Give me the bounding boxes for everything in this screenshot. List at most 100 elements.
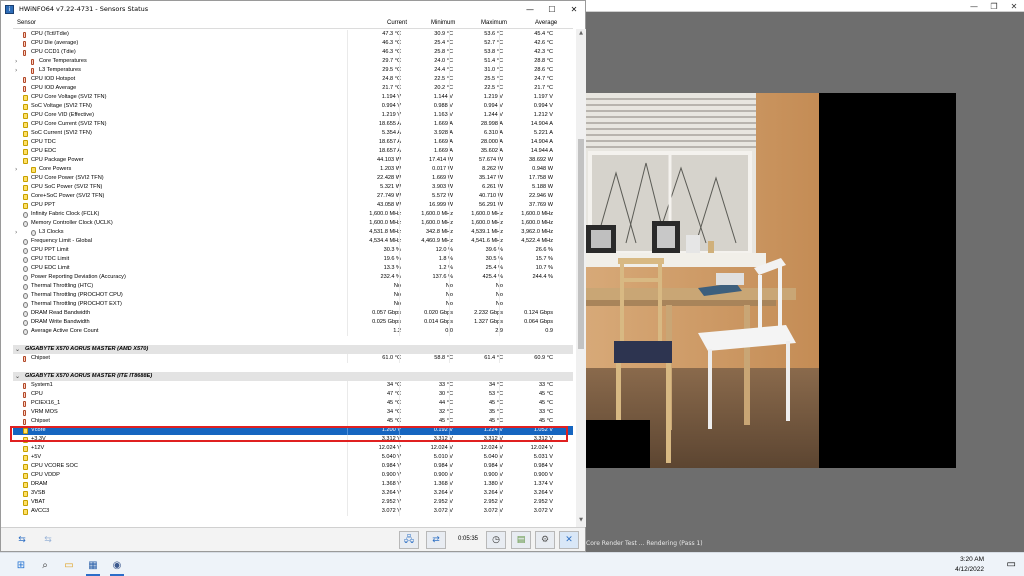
sensor-row[interactable]: AVCC3 3.072 V 3.072 V 3.072 V 3.072 V xyxy=(13,507,573,516)
render-app-minimize-button[interactable]: — xyxy=(964,0,984,12)
minimize-button[interactable]: — xyxy=(519,1,541,17)
sensor-row[interactable]: Frequency Limit - Global 4,534.4 MHz 4,460… xyxy=(13,237,573,246)
sensor-row[interactable]: CPU Die (average) 46.3 °C 25.4 °C 52.7 °C 42… xyxy=(13,39,573,48)
sensor-row[interactable]: Thermal Throttling (PROCHOT CPU)NoNoNo xyxy=(13,291,573,300)
cinebench-taskbar-icon[interactable]: ◉ xyxy=(108,556,126,574)
sensor-row[interactable]: CPU SoC Power (SVI2 TFN) 5.321 W 3.903 W 6.… xyxy=(13,183,573,192)
sensor-row[interactable]: CPU EDC Limit 13.3 % 1.2 % 25.4 % 10.7 % xyxy=(13,264,573,273)
sensor-row[interactable]: CPU EDC 18.657 A 1.669 A 35.602 A 14.944 A xyxy=(13,147,573,156)
sensor-row[interactable]: Core+SoC Power (SVI2 TFN) 27.749 W 5.572 W… xyxy=(13,192,573,201)
sensor-row[interactable]: DRAM Read Bandwidth 0.057 Gbps 0.020 Gbps 2… xyxy=(13,309,573,318)
scroll-down-icon[interactable]: ▼ xyxy=(577,517,585,525)
sensor-row[interactable]: Chipset 45 °C 45 °C 45 °C 45 °C xyxy=(13,417,573,426)
sensor-row[interactable]: CPU (Tctl/Tdie) 47.3 °C 30.9 °C 53.6 °C 45.4… xyxy=(13,30,573,39)
sensor-row[interactable]: CPU VCORE SOC 0.984 V 0.984 V 0.984 V 0.984 … xyxy=(13,462,573,471)
sensor-row[interactable]: VRM MOS 34 °C 32 °C 35 °C 33 °C xyxy=(13,408,573,417)
sensor-row[interactable]: CPU Package Power 44.103 W 17.414 W 57.674 … xyxy=(13,156,573,165)
column-divider xyxy=(347,426,348,435)
sensor-row[interactable]: Chipset 61.0 °C 58.8 °C 61.4 °C 60.9 °C xyxy=(13,354,573,363)
column-current[interactable]: Current xyxy=(387,20,407,26)
clock-icon[interactable]: ◷ xyxy=(486,531,506,549)
expand-chevron-icon[interactable]: › xyxy=(15,165,17,174)
sensor-value-avg: 0.948 W xyxy=(532,166,553,172)
sensor-row[interactable]: Vcore 1.200 V 0.192 V 1.224 V 1.052 V xyxy=(13,426,573,435)
sensor-row[interactable]: Power Reporting Deviation (Accuracy) 232.… xyxy=(13,273,573,282)
sensor-row[interactable]: CPU TDC 18.657 A 1.669 A 28.000 A 14.904 A xyxy=(13,138,573,147)
sensor-row[interactable]: Memory Controller Clock (UCLK) 1,600.0 MH… xyxy=(13,219,573,228)
expand-chevron-icon[interactable]: › xyxy=(15,66,17,75)
sensor-value-min: 1.669 A xyxy=(434,139,453,145)
transfer-icon[interactable]: ⇄ xyxy=(426,531,446,549)
sensor-row[interactable]: CPU Core Power (SVI2 TFN) 22.428 W 1.669 W… xyxy=(13,174,573,183)
sensor-group-header[interactable]: ⌄ GIGABYTE X570 AORUS MASTER (AMD X570) xyxy=(13,345,573,354)
vertical-scrollbar[interactable]: ▲ ▼ xyxy=(576,29,586,527)
scroll-up-icon[interactable]: ▲ xyxy=(577,30,585,38)
sensor-row[interactable]: CPU Core VID (Effective) 1.219 V 1.163 V 1.… xyxy=(13,111,573,120)
sensor-row[interactable]: CPU CCD1 (Tdie) 46.3 °C 25.8 °C 53.8 °C 42.3… xyxy=(13,48,573,57)
column-divider xyxy=(399,291,400,300)
network-icon[interactable]: 🖧 xyxy=(399,531,419,549)
sensor-row[interactable]: CPU Core Current (SVI2 TFN) 18.655 A 1.669… xyxy=(13,120,573,129)
sensor-row[interactable]: › Core Temperatures 29.7 °C 24.0 °C 51.4 °C 2… xyxy=(13,57,573,66)
sensor-label: GIGABYTE X570 AORUS MASTER (ITE IT8688E) xyxy=(25,373,153,379)
sensor-row[interactable]: +3.3V 3.312 V 3.312 V 3.312 V 3.312 V xyxy=(13,435,573,444)
sensor-row[interactable]: VBAT 2.952 V 2.952 V 2.952 V 2.952 V xyxy=(13,498,573,507)
sensor-row[interactable]: CPU 47 °C 30 °C 53 °C 45 °C xyxy=(13,390,573,399)
expand-chevron-icon[interactable]: › xyxy=(15,228,17,237)
sensor-row[interactable]: Infinity Fabric Clock (FCLK) 1,600.0 MHz 1… xyxy=(13,210,573,219)
sensor-row[interactable]: Thermal Throttling (HTC)NoNoNo xyxy=(13,282,573,291)
sensor-row[interactable]: Thermal Throttling (PROCHOT EXT)NoNoNo xyxy=(13,300,573,309)
sensor-value-avg: 42.3 °C xyxy=(534,49,553,55)
sensor-row[interactable]: CPU Core Voltage (SVI2 TFN) 1.194 V 1.144 … xyxy=(13,93,573,102)
sensor-row[interactable]: CPU IOD Hotspot 24.8 °C 22.5 °C 25.5 °C 24.7… xyxy=(13,75,573,84)
sensor-row[interactable]: CPU PPT 43.058 W 16.999 W 56.291 W 37.769 W xyxy=(13,201,573,210)
sensor-row[interactable]: SoC Current (SVI2 TFN) 5.354 A 3.928 A 6.31… xyxy=(13,129,573,138)
search-icon[interactable]: ⌕ xyxy=(36,556,54,574)
column-sensor[interactable]: Sensor xyxy=(17,20,36,26)
sensor-row[interactable]: Average Active Core Count 1.20.02.9 0.9 xyxy=(13,327,573,336)
report-icon[interactable]: ▤ xyxy=(511,531,531,549)
sensor-row[interactable]: › L3 Temperatures 29.5 °C 24.4 °C 31.0 °C 28.… xyxy=(13,66,573,75)
sensor-row[interactable] xyxy=(13,363,573,372)
file-explorer-icon[interactable]: ▭ xyxy=(60,556,78,574)
collapse-chevron-icon[interactable]: ⌄ xyxy=(15,372,20,381)
maximize-button[interactable]: ☐ xyxy=(541,1,563,17)
system-clock[interactable]: 3:20 AM 4/12/2022 xyxy=(955,553,984,576)
sensor-value-max: 39.6 % xyxy=(485,247,503,253)
sensor-row[interactable]: +12V 12.024 V 12.024 V 12.024 V 12.024 V xyxy=(13,444,573,453)
sensor-group-header[interactable]: ⌄ GIGABYTE X570 AORUS MASTER (ITE IT8688E… xyxy=(13,372,573,381)
sensor-row[interactable]: System1 34 °C 33 °C 34 °C 33 °C xyxy=(13,381,573,390)
sensor-row[interactable]: › Core Powers 1.203 W 0.017 W 8.262 W 0.948 W xyxy=(13,165,573,174)
voltage-icon xyxy=(23,185,28,191)
scroll-thumb[interactable] xyxy=(578,139,584,349)
sensor-row[interactable]: DRAM Write Bandwidth 0.025 Gbps 0.014 Gbps… xyxy=(13,318,573,327)
sensor-list[interactable]: CPU (Tctl/Tdie) 47.3 °C 30.9 °C 53.6 °C 45.4… xyxy=(13,30,573,527)
sensor-row[interactable]: PCIEX16_1 45 °C 44 °C 45 °C 45 °C xyxy=(13,399,573,408)
collapse-chevron-icon[interactable]: ⌄ xyxy=(15,345,20,354)
windows-start-icon[interactable]: ⊞ xyxy=(12,556,30,574)
sensor-row[interactable]: +5V 5.040 V 5.010 V 5.040 V 5.031 V xyxy=(13,453,573,462)
sensor-row[interactable]: CPU VDDP 0.900 V 0.900 V 0.900 V 0.900 V xyxy=(13,471,573,480)
nav-arrows-icon[interactable]: ⇆ xyxy=(11,531,33,549)
column-maximum[interactable]: Maximum xyxy=(481,20,507,26)
expand-chevron-icon[interactable]: › xyxy=(15,57,17,66)
close-button[interactable]: ✕ xyxy=(563,1,585,17)
nav-arrows-disabled-icon[interactable]: ⇆ xyxy=(37,531,59,549)
render-app-maximize-button[interactable]: ❐ xyxy=(984,0,1004,12)
render-app-close-button[interactable]: ✕ xyxy=(1004,0,1024,12)
close-sensors-icon[interactable]: ✕ xyxy=(559,531,579,549)
sensor-value-max: 4,539.1 MHz xyxy=(471,229,503,235)
column-minimum[interactable]: Minimum xyxy=(431,20,455,26)
sensor-row[interactable]: SoC Voltage (SVI2 TFN) 0.994 V 0.988 V 0.99… xyxy=(13,102,573,111)
notification-icon[interactable]: ▭ xyxy=(1007,559,1016,570)
sensor-row[interactable] xyxy=(13,336,573,345)
sensor-row[interactable]: CPU PPT Limit 30.3 % 12.0 % 39.6 % 26.6 % xyxy=(13,246,573,255)
hwinfo-taskbar-icon[interactable]: ▦ xyxy=(84,556,102,574)
sensor-row[interactable]: DRAM 1.368 V 1.368 V 1.380 V 1.374 V xyxy=(13,480,573,489)
sensor-row[interactable]: › L3 Clocks 4,531.8 MHz 342.8 MHz 4,539.1 MH… xyxy=(13,228,573,237)
sensor-row[interactable]: CPU TDC Limit 19.6 % 1.8 % 30.5 % 15.7 % xyxy=(13,255,573,264)
sensor-row[interactable]: 3VSB 3.264 V 3.264 V 3.264 V 3.264 V xyxy=(13,489,573,498)
column-average[interactable]: Average xyxy=(535,20,557,26)
sensor-row[interactable]: CPU IOD Average 21.7 °C 20.2 °C 22.5 °C 21.7… xyxy=(13,84,573,93)
settings-icon[interactable]: ⚙ xyxy=(535,531,555,549)
